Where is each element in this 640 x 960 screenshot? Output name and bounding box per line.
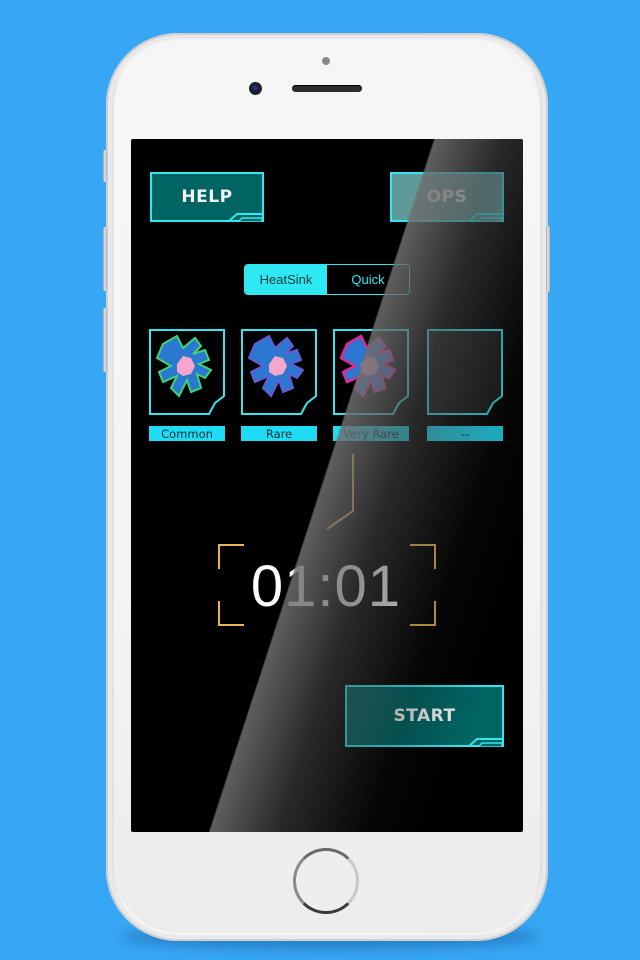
- ops-button-label: OPS: [426, 187, 468, 207]
- start-button[interactable]: START: [345, 685, 504, 747]
- home-button[interactable]: [293, 848, 359, 914]
- slot-rare[interactable]: Rare: [241, 329, 317, 441]
- app-screen: HELP OPS HeatSink Quick Common Rare Very…: [131, 139, 523, 832]
- mode-toggle: HeatSink Quick: [244, 264, 410, 295]
- volume-up-button: [103, 227, 107, 291]
- volume-down-button: [103, 308, 107, 372]
- heatsink-very-rare-icon: [339, 334, 397, 399]
- slot-common[interactable]: Common: [149, 329, 225, 441]
- timer-display: 01:01: [250, 553, 402, 619]
- front-camera-icon: [249, 82, 262, 95]
- slot-label: Common: [149, 426, 225, 441]
- help-button[interactable]: HELP: [150, 172, 264, 222]
- heatsink-common-icon: [155, 334, 213, 398]
- slot-very-rare[interactable]: Very Rare: [333, 329, 409, 441]
- slot-label: Very Rare: [333, 426, 409, 441]
- toggle-option-heatsink[interactable]: HeatSink: [245, 265, 327, 294]
- slot-label: Rare: [241, 426, 317, 441]
- slot-empty[interactable]: --: [427, 329, 503, 441]
- slot-frame: [427, 329, 503, 415]
- button-corner-decoration: [228, 213, 264, 222]
- ops-button[interactable]: OPS: [390, 172, 504, 222]
- button-corner-decoration: [468, 213, 504, 222]
- proximity-sensor: [322, 57, 330, 65]
- button-corner-decoration: [468, 738, 504, 747]
- start-button-label: START: [393, 706, 456, 726]
- earpiece-speaker: [292, 85, 362, 92]
- mute-switch: [103, 150, 107, 182]
- heatsink-rare-icon: [247, 334, 305, 398]
- toggle-option-quick[interactable]: Quick: [327, 265, 409, 294]
- timer-connector-line: [326, 454, 354, 530]
- help-button-label: HELP: [181, 187, 233, 207]
- power-button: [546, 226, 550, 292]
- slot-label: --: [427, 426, 503, 441]
